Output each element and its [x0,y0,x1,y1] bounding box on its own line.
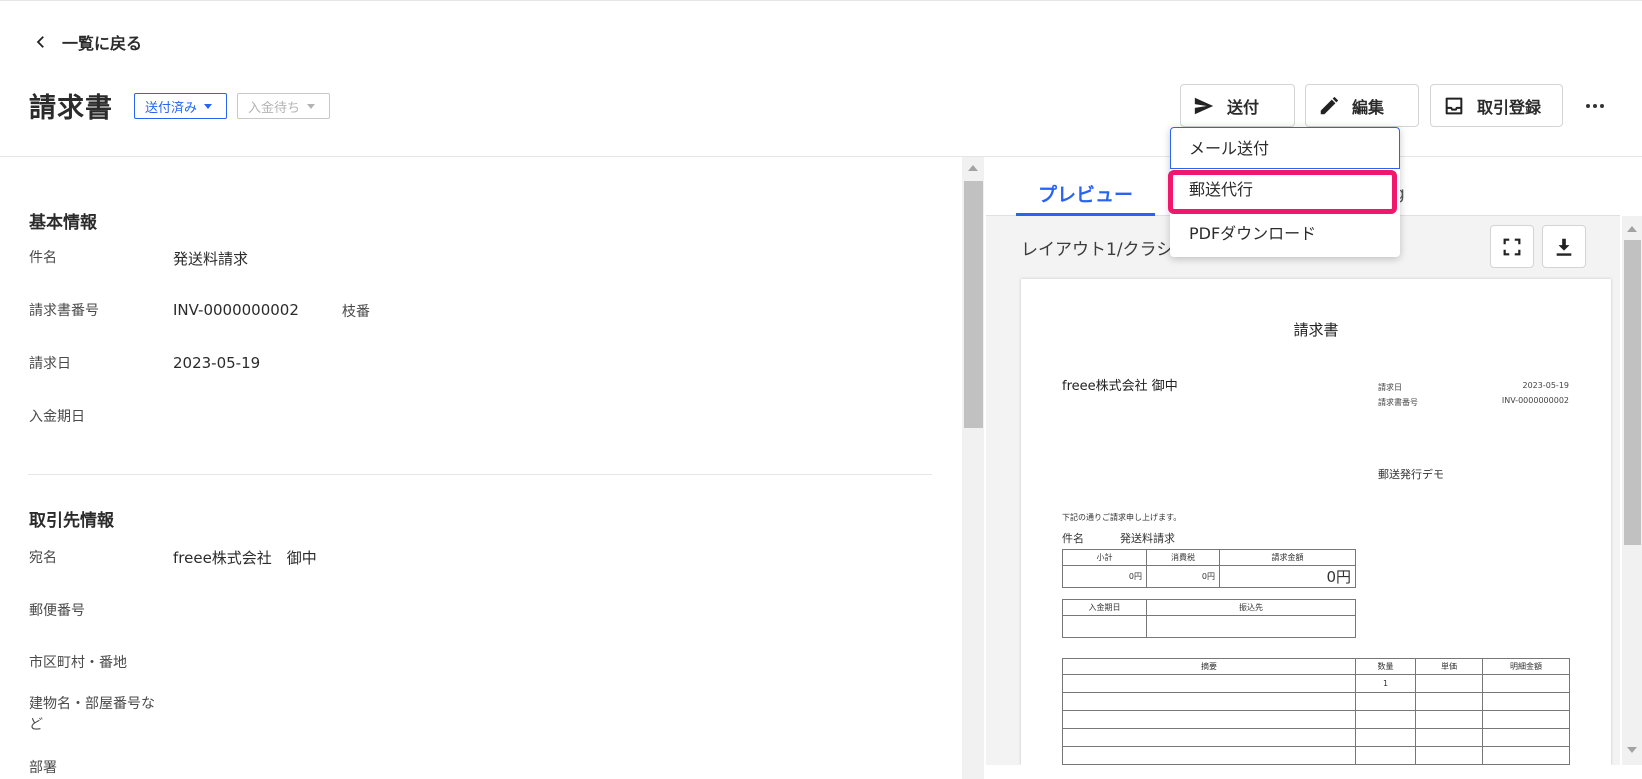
doc-date-label: 請求日 [1378,383,1402,392]
department-label: 部署 [29,760,57,776]
back-label: 一覧に戻る [62,34,143,53]
scroll-down-arrow-icon[interactable] [1627,747,1637,753]
status-sent-dropdown[interactable]: 送付済み [134,93,227,119]
left-scrollbar-thumb[interactable] [964,181,983,428]
more-options-button[interactable] [1581,93,1609,119]
top-border [0,0,1642,1]
items-table: 摘要 数量 単価 明細金額 1 [1062,658,1570,765]
more-dot-icon [1586,104,1590,108]
branch-number-label: 枝番 [342,304,370,320]
due-date-header: 入金期日 [1062,599,1147,616]
unit-price-header: 単価 [1415,658,1483,675]
send-button[interactable]: 送付 [1180,84,1295,127]
inbox-icon [1445,97,1463,114]
addressee-label: 宛名 [29,550,57,566]
first-qty: 1 [1355,674,1416,693]
doc-subject-value: 発送料請求 [1120,532,1175,545]
bank-cell [1146,615,1356,638]
table-row [1062,692,1570,711]
layout-label: レイアウト1/クラシ [1021,240,1174,260]
doc-sender: 郵送発行デモ [1378,468,1444,481]
menu-item-email-send[interactable]: メール送付 [1170,127,1400,169]
invoice-preview-document: 請求書 freee株式会社 御中 請求日 2023-05-19 請求書番号 IN… [1021,279,1611,765]
doc-number-label: 請求書番号 [1378,398,1418,407]
chevron-left-icon [36,36,44,48]
section-divider [28,474,932,475]
partner-info-title: 取引先情報 [29,511,114,531]
invoice-date-label: 請求日 [29,356,71,372]
register-deal-button[interactable]: 取引登録 [1430,84,1563,127]
subject-value: 発送料請求 [173,250,249,268]
caret-down-icon [307,103,316,109]
download-button[interactable] [1542,225,1586,268]
doc-subject-label: 件名 [1062,532,1084,545]
send-button-label: 送付 [1227,97,1260,117]
amount-value: 0円 [1219,565,1356,588]
amount-header: 請求金額 [1219,549,1356,566]
table-row [1062,746,1570,765]
status-payment-dropdown[interactable]: 入金待ち [237,93,330,119]
subject-label: 件名 [29,250,57,266]
invoice-number-value: INV-0000000002 [173,301,299,319]
invoice-number-label: 請求書番号 [29,303,99,319]
basic-info-title: 基本情報 [29,213,97,233]
tax-value: 0円 [1146,565,1220,588]
description-header: 摘要 [1062,658,1356,675]
city-address-label: 市区町村・番地 [29,655,127,671]
doc-recipient: freee株式会社 御中 [1062,379,1178,394]
download-icon [1556,238,1572,256]
caret-down-icon [204,103,213,109]
back-to-list-link[interactable]: 一覧に戻る [32,30,142,54]
subtotal-header: 小計 [1062,549,1147,566]
scroll-up-arrow-icon[interactable] [968,165,978,171]
right-scrollbar-thumb[interactable] [1624,240,1641,545]
tab-preview[interactable]: プレビュー [1016,180,1155,216]
due-date-cell [1062,615,1147,638]
tax-header: 消費税 [1146,549,1220,566]
quantity-header: 数量 [1355,658,1416,675]
menu-item-postal-send[interactable]: 郵送代行 [1170,169,1400,211]
doc-date-value: 2023-05-19 [1522,381,1570,390]
due-date-label: 入金期日 [29,409,85,425]
status-sent-label: 送付済み [145,100,198,116]
table-row [1062,728,1570,747]
register-deal-label: 取引登録 [1477,97,1542,117]
invoice-date-value: 2023-05-19 [173,354,261,372]
table-row: 1 [1062,674,1570,693]
subtotal-value: 0円 [1062,565,1147,588]
edit-button[interactable]: 編集 [1305,84,1419,127]
scroll-up-arrow-icon[interactable] [1627,226,1637,232]
pencil-icon [1320,96,1339,114]
fullscreen-icon [1503,238,1521,255]
more-dot-icon [1600,104,1604,108]
send-dropdown-menu: メール送付 郵送代行 PDFダウンロード [1170,127,1400,257]
building-label: 建物名・部屋番号など [29,696,155,733]
fullscreen-button[interactable] [1490,225,1534,268]
totals-table: 小計 消費税 請求金額 0円 0円 0円 [1062,549,1356,588]
bottom-bar [986,765,1642,779]
status-payment-label: 入金待ち [248,100,301,116]
postal-code-label: 郵便番号 [29,603,85,619]
doc-intro: 下記の通りご請求申し上げます。 [1062,513,1182,522]
doc-number-value: INV-0000000002 [1501,396,1569,405]
more-dot-icon [1593,104,1597,108]
menu-item-pdf-download[interactable]: PDFダウンロード [1170,213,1400,255]
send-icon [1194,97,1214,114]
edit-button-label: 編集 [1352,97,1385,117]
payment-table: 入金期日 振込先 [1062,599,1356,638]
table-row [1062,710,1570,729]
line-amount-header: 明細金額 [1482,658,1570,675]
doc-title: 請求書 [1293,321,1339,339]
bank-header: 振込先 [1146,599,1356,616]
page-title: 請求書 [29,93,113,124]
addressee-value: freee株式会社 御中 [173,549,317,567]
